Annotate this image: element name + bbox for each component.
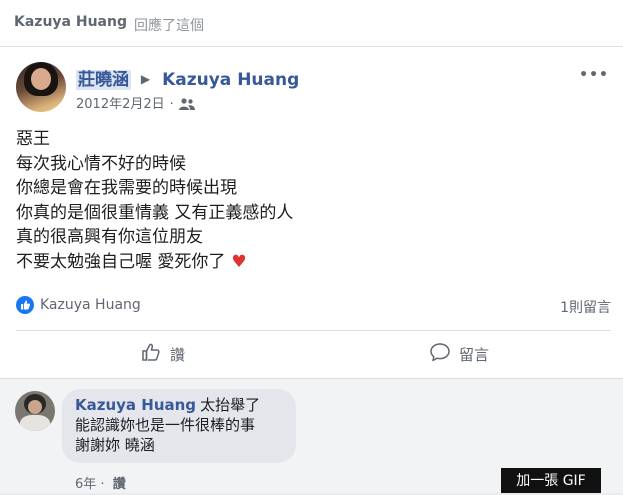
- avatar-body: [20, 415, 50, 431]
- comment-line: 太抬舉了: [200, 396, 261, 414]
- speech-bubble-icon: [429, 341, 459, 367]
- replier-name[interactable]: Kazuya Huang: [14, 14, 127, 30]
- reply-notice-bar: Kazuya Huang 回應了這個: [0, 0, 623, 47]
- post-line: 不要太勉強自己喔 愛死你了: [16, 251, 226, 272]
- post-body: 惡王 每次我心情不好的時候 你總是會在我需要的時候出現 你真的是個很重情義 又有…: [16, 127, 293, 274]
- meta-separator: ·: [96, 477, 109, 492]
- liked-by-name[interactable]: Kazuya Huang: [40, 297, 141, 313]
- recipient-name-link[interactable]: Kazuya Huang: [162, 70, 299, 90]
- post-meta: 2012年2月2日 ·: [76, 93, 195, 112]
- reply-action-text: 回應了這個: [134, 18, 204, 34]
- post-line: 惡王: [16, 129, 50, 149]
- post-line: 真的很高興有你這位朋友: [16, 227, 203, 247]
- comment-like-link[interactable]: 讚: [113, 477, 126, 492]
- avatar-face: [31, 68, 51, 90]
- right-triangle-icon: ▶: [140, 72, 151, 86]
- comment-button[interactable]: 留言: [429, 331, 489, 377]
- post-date-link[interactable]: 2012年2月2日: [76, 97, 165, 112]
- comment-first-line: Kazuya Huang 太抬舉了: [75, 395, 260, 415]
- post-author-line: 莊曉涵 ▶ Kazuya Huang: [76, 65, 299, 90]
- commenter-avatar[interactable]: [15, 391, 55, 431]
- thumbs-up-badge-icon: [16, 296, 34, 314]
- poster-avatar[interactable]: [16, 62, 66, 112]
- post-line-last: 不要太勉強自己喔 愛死你了 ♥: [16, 250, 293, 275]
- like-button-label: 讚: [170, 345, 186, 364]
- thumbs-up-icon: [140, 341, 170, 367]
- post-actions-bar: 讚 留言: [16, 331, 611, 377]
- comments-section: Kazuya Huang 太抬舉了 能認識妳也是一件很棒的事 謝謝妳 曉涵 6年 …: [0, 379, 623, 493]
- likes-summary-row: Kazuya Huang 1則留言: [16, 295, 611, 317]
- post-line: 你總是會在我需要的時候出現: [16, 178, 237, 198]
- comment-bubble: Kazuya Huang 太抬舉了 能認識妳也是一件很棒的事 謝謝妳 曉涵: [62, 389, 296, 463]
- comment-meta: 6年 · 讚: [75, 473, 126, 492]
- comment-count-link[interactable]: 1則留言: [560, 297, 611, 317]
- heart-icon: ♥: [231, 251, 247, 272]
- post-card: 莊曉涵 ▶ Kazuya Huang 2012年2月2日 · ••• 惡王 每次我…: [0, 47, 623, 493]
- comment-age-link[interactable]: 6年: [75, 477, 96, 492]
- commenter-name-link[interactable]: Kazuya Huang: [75, 396, 196, 414]
- more-options-icon[interactable]: •••: [579, 67, 609, 83]
- comment-button-label: 留言: [459, 345, 490, 364]
- post-line: 每次我心情不好的時候: [16, 153, 186, 174]
- like-button[interactable]: 讚: [140, 331, 185, 377]
- comment-text: Kazuya Huang 太抬舉了 能認識妳也是一件很棒的事 謝謝妳 曉涵: [75, 395, 260, 455]
- add-gif-button[interactable]: 加一張 GIF: [501, 468, 601, 493]
- avatar-face: [28, 400, 42, 414]
- meta-separator: ·: [169, 97, 174, 112]
- comment-line: 能認識妳也是一件很棒的事: [75, 416, 256, 434]
- poster-name-link[interactable]: 莊曉涵: [76, 70, 131, 90]
- friends-icon[interactable]: [178, 98, 195, 110]
- post-line: 你真的是個很重情義 又有正義感的人: [16, 202, 294, 223]
- comment-line: 謝謝妳 曉涵: [75, 436, 155, 454]
